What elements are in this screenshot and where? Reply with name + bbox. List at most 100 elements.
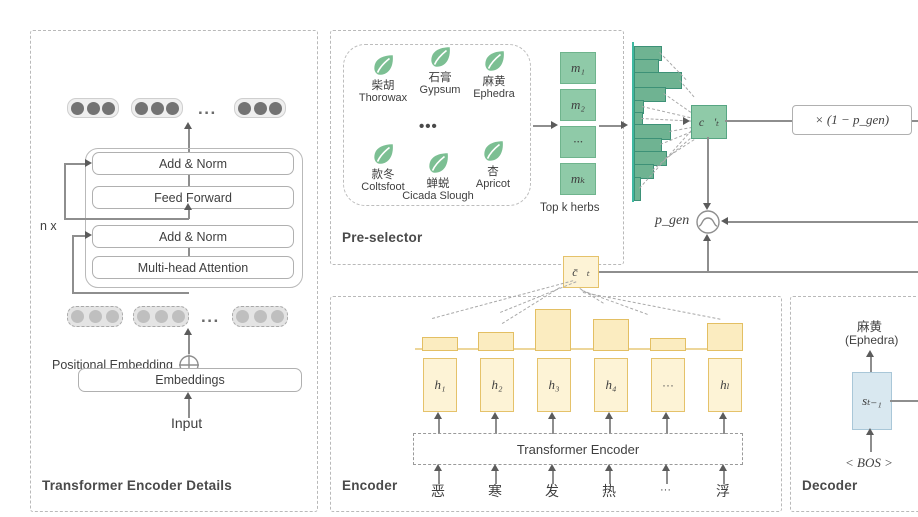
hidden-state-label: h₄	[605, 377, 617, 392]
arrow-h4	[662, 412, 670, 419]
decoder-state-box: sₜ₋₁	[852, 372, 892, 430]
hidden-state-4: ···	[651, 358, 685, 412]
panel-label-pre-selector: Pre-selector	[342, 230, 423, 245]
attention-bar-5	[707, 323, 743, 351]
arrow-t0	[434, 464, 442, 471]
leaf-icon	[429, 153, 448, 173]
connector-m-to-hist	[599, 125, 623, 127]
hidden-state-2: h₃	[537, 358, 571, 412]
arrow-an2-to-ff	[184, 203, 192, 210]
vector-cell	[137, 310, 150, 323]
block-add-norm-1: Add & Norm	[92, 152, 294, 175]
ct-bar-label: c̄⃗ₜ	[572, 264, 590, 279]
vector-cell	[253, 310, 267, 323]
panel-label-transformer: Transformer Encoder Details	[42, 478, 232, 493]
arrow-h5	[719, 412, 727, 419]
arrow-h3	[605, 412, 613, 419]
arrow-ctbar-to-sigmoid	[703, 234, 711, 241]
vector-cell	[236, 310, 249, 323]
arrow-top	[184, 122, 192, 129]
herb-en: Ephedra	[473, 87, 515, 100]
herb-item-2: 麻黄 Ephedra	[456, 48, 532, 100]
residual-line-1-v	[64, 164, 66, 219]
connector-ct-prime-right	[725, 120, 792, 122]
token-3: 热	[602, 484, 616, 500]
hidden-state-3: h₄	[594, 358, 628, 412]
arrow-t1	[491, 464, 499, 471]
leaf-icon	[484, 141, 503, 161]
input-vector-3	[232, 306, 288, 327]
leaf-icon	[374, 144, 393, 164]
one-minus-pgen-label: × (1 − p_gen)	[814, 112, 890, 127]
arrow-t3	[605, 464, 613, 471]
vector-cell	[102, 101, 115, 115]
attention-bar-2	[535, 309, 571, 351]
hidden-state-label: h₂	[491, 377, 503, 392]
top-k-herbs-label: Top k herbs	[540, 202, 600, 214]
arrow-t5	[719, 464, 727, 471]
decoder-state-label: sₜ₋₁	[862, 393, 882, 408]
output-vector-2	[131, 98, 183, 118]
connector-s-to-output	[870, 356, 872, 372]
input-label: Input	[171, 415, 203, 431]
vector-cell	[269, 101, 282, 115]
herb-en: Apricot	[475, 177, 511, 190]
bos-token: < BOS >	[845, 455, 893, 470]
residual-arrow-1	[85, 159, 92, 167]
leaf-icon	[431, 47, 450, 67]
vector-cell	[135, 101, 148, 115]
arrow-h2	[548, 412, 556, 419]
ct-prime-label: c⃗'ₜ	[698, 114, 720, 129]
vector-cell	[88, 310, 102, 323]
arrow-into-sigmoid	[721, 217, 728, 225]
arrow-input-to-emb	[184, 392, 192, 399]
output-vector-1	[67, 98, 119, 118]
arrow-t2	[548, 464, 556, 471]
arrow-m-to-hist	[621, 121, 628, 129]
m-box-0: m₁	[560, 52, 596, 84]
arrow-line-h3	[609, 418, 611, 434]
arrow-embed-to-vectors	[184, 328, 192, 335]
arrow-t4	[662, 464, 670, 471]
connector-ff-to-an1	[188, 175, 190, 186]
hidden-state-label: h₁	[434, 377, 446, 392]
input-vector-1	[67, 306, 123, 327]
arrow-to-ct-prime	[683, 117, 690, 125]
vector-cell	[154, 310, 168, 323]
arrow-bos-to-s	[866, 428, 874, 435]
hidden-state-label: h₃	[548, 377, 560, 392]
input-vector-2	[133, 306, 189, 327]
block-feed-forward: Feed Forward	[92, 186, 294, 209]
one-minus-pgen-box: × (1 − p_gen)	[792, 105, 912, 135]
vector-cell	[71, 310, 84, 323]
hidden-state-label: hₗ	[720, 377, 730, 392]
panel-label-encoder: Encoder	[342, 478, 398, 493]
arrow-line-t4	[666, 470, 668, 484]
attention-baseline	[415, 348, 740, 350]
arrow-h1	[491, 412, 499, 419]
residual-arrow-2	[85, 231, 92, 239]
token-5: 浮	[716, 484, 730, 500]
panel-label-decoder: Decoder	[802, 478, 858, 493]
hidden-state-5: hₗ	[708, 358, 742, 412]
herb-item-5: 杏 Apricot	[455, 138, 531, 190]
herb-en: Cicada Slough	[402, 189, 474, 202]
ct-prime-box: c⃗'ₜ	[691, 105, 727, 139]
herbs-ellipsis: •••	[419, 118, 438, 135]
vector-cell	[253, 101, 267, 115]
connector-mha-to-an2	[188, 248, 190, 256]
hidden-state-1: h₂	[480, 358, 514, 412]
m-box-3: mₖ	[560, 163, 596, 195]
hidden-state-label: ···	[662, 378, 674, 392]
connector-ctbar-to-sigmoid	[707, 238, 709, 272]
arrow-h0	[434, 412, 442, 419]
residual-line-1-top	[64, 163, 86, 165]
output-vector-3	[234, 98, 286, 118]
leaf-icon	[485, 51, 504, 71]
leaf-icon	[374, 55, 393, 75]
transformer-encoder-label: Transformer Encoder	[516, 441, 640, 457]
connector-s-right	[890, 400, 918, 402]
connector-ctbar-right-long	[598, 271, 918, 273]
token-1: 寒	[488, 484, 502, 500]
herb-dist-bar-10	[634, 177, 641, 201]
